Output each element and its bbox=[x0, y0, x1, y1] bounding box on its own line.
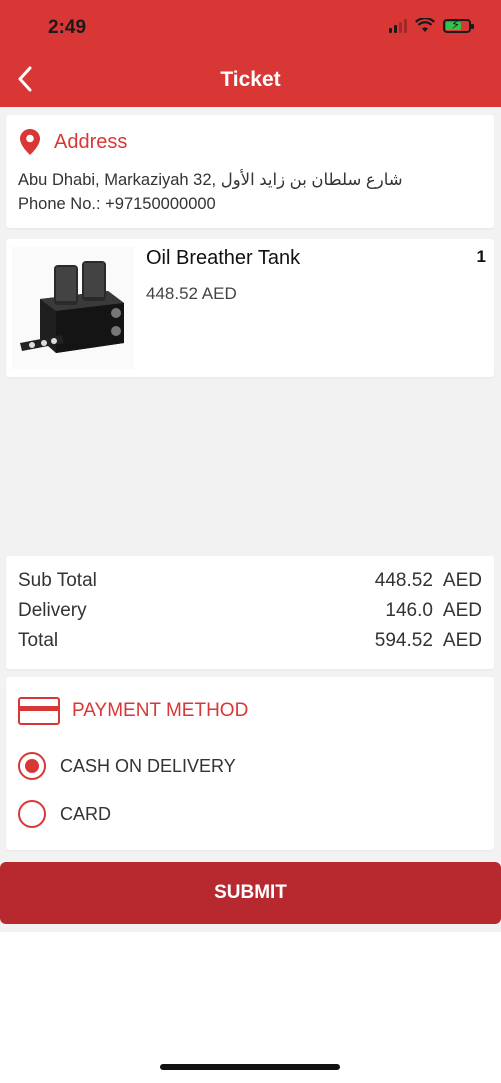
payment-header: PAYMENT METHOD bbox=[18, 697, 248, 725]
address-header: Address bbox=[20, 129, 127, 155]
location-pin-icon bbox=[20, 129, 40, 155]
address-line: Abu Dhabi, Markaziyah 32, شارع سلطان بن … bbox=[18, 171, 403, 189]
payment-option-label: CASH ON DELIVERY bbox=[60, 755, 236, 776]
totals-card: Sub Total 448.52 AED Delivery 146.0 AED … bbox=[6, 556, 494, 669]
delivery-row: Delivery 146.0 AED bbox=[18, 600, 482, 622]
currency-label: AED bbox=[442, 630, 482, 651]
sub-total-value: 448.52 bbox=[374, 570, 433, 591]
payment-option-card[interactable]: CARD bbox=[18, 800, 111, 828]
currency-label: AED bbox=[442, 600, 482, 621]
status-icons: ⚡ bbox=[389, 18, 474, 33]
home-indicator[interactable] bbox=[160, 1064, 340, 1070]
product-name: Oil Breather Tank bbox=[146, 247, 301, 269]
phone-number: Phone No.: +97150000000 bbox=[18, 195, 216, 213]
battery-charging-icon: ⚡ bbox=[443, 18, 474, 33]
payment-option-label: CARD bbox=[60, 803, 112, 824]
delivery-label: Delivery bbox=[18, 600, 87, 621]
page-title: Ticket bbox=[220, 68, 281, 91]
product-price: 448.52 AED bbox=[146, 284, 237, 303]
currency-label: AED bbox=[442, 570, 482, 591]
product-item[interactable]: Oil Breather Tank 448.52 AED 1 bbox=[6, 239, 494, 377]
sub-total-label: Sub Total bbox=[18, 570, 97, 591]
total-row: Total 594.52 AED bbox=[18, 630, 482, 652]
address-card: Address Abu Dhabi, Markaziyah 32, شارع س… bbox=[6, 115, 494, 228]
product-image bbox=[12, 247, 134, 369]
signal-icon bbox=[389, 18, 407, 33]
total-label: Total bbox=[18, 630, 59, 651]
total-value: 594.52 bbox=[374, 630, 433, 651]
delivery-value: 146.0 bbox=[385, 600, 433, 621]
submit-button[interactable]: SUBMIT bbox=[0, 862, 501, 924]
address-title: Address bbox=[54, 130, 128, 153]
payment-method-card: PAYMENT METHOD CASH ON DELIVERY CARD bbox=[6, 677, 494, 850]
radio-selected-icon[interactable] bbox=[18, 752, 46, 780]
sub-total-row: Sub Total 448.52 AED bbox=[18, 570, 482, 592]
payment-option-cash[interactable]: CASH ON DELIVERY bbox=[18, 752, 236, 780]
wifi-icon bbox=[415, 18, 435, 32]
status-time: 2:49 bbox=[48, 17, 87, 38]
app-header: 2:49 ⚡ Ticket bbox=[0, 0, 501, 107]
payment-title: PAYMENT METHOD bbox=[72, 700, 249, 721]
product-quantity: 1 bbox=[476, 247, 486, 266]
credit-card-icon bbox=[18, 697, 60, 725]
bottom-area bbox=[0, 932, 501, 1083]
radio-unselected-icon[interactable] bbox=[18, 800, 46, 828]
